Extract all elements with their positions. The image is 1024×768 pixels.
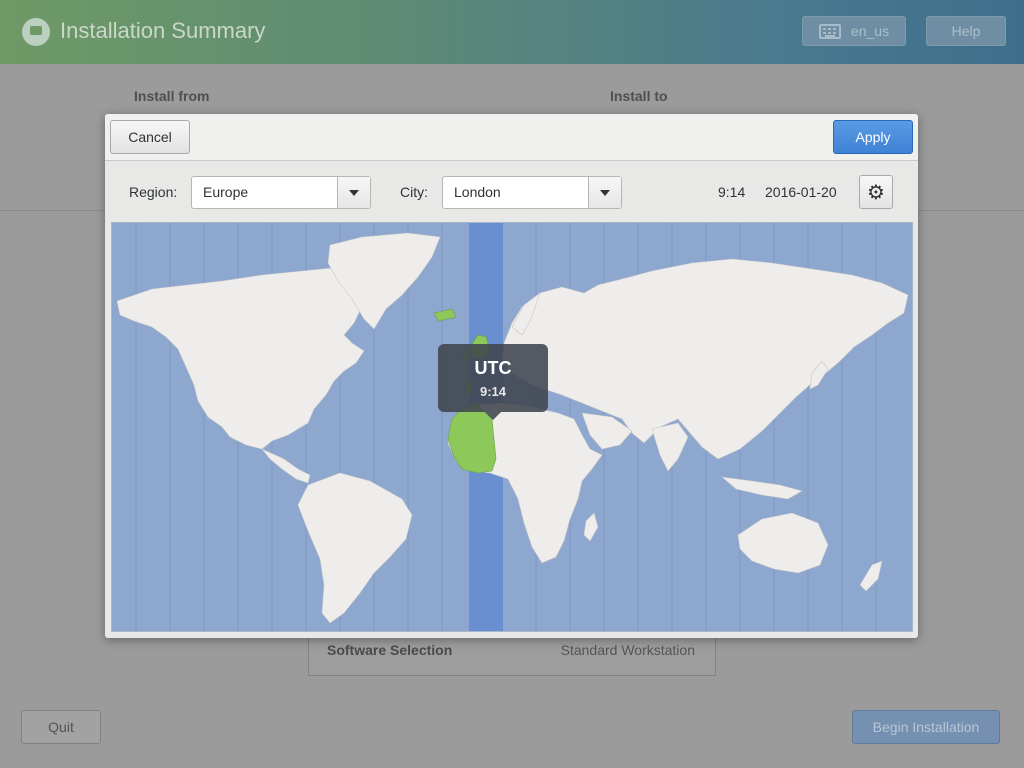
- world-map: [116, 223, 909, 631]
- region-combo[interactable]: Europe: [191, 176, 371, 209]
- software-selection-spoke[interactable]: Software Selection Standard Workstation: [308, 632, 716, 676]
- city-label: City:: [400, 184, 428, 200]
- install-from-heading: Install from: [134, 88, 210, 104]
- tooltip-time: 9:14: [479, 384, 507, 399]
- install-to-heading: Install to: [610, 88, 668, 104]
- installer-logo-icon: [22, 18, 50, 46]
- chevron-down-icon[interactable]: [337, 177, 370, 208]
- apply-button[interactable]: Apply: [833, 120, 913, 154]
- keyboard-layout-button[interactable]: en_us: [802, 16, 906, 46]
- city-combo[interactable]: London: [442, 176, 622, 209]
- continents: [116, 232, 909, 624]
- page-title: Installation Summary: [60, 18, 266, 43]
- keyboard-icon: [818, 23, 841, 39]
- region-label: Region:: [129, 184, 178, 200]
- app-header: Installation Summary en_us Help: [0, 0, 1024, 64]
- current-time: 9:14: [718, 184, 746, 200]
- current-date: 2016-01-20: [765, 184, 837, 200]
- gear-icon: ⚙: [867, 181, 885, 204]
- dialog-header: Cancel Apply: [105, 114, 918, 161]
- date-time-dialog: Cancel Apply Region: Europe City: London…: [105, 114, 918, 638]
- timezone-map[interactable]: UTC 9:14: [111, 222, 913, 632]
- settings-button[interactable]: ⚙: [859, 175, 893, 209]
- quit-button[interactable]: Quit: [21, 710, 101, 744]
- help-button[interactable]: Help: [926, 16, 1006, 46]
- tooltip-zone-name: UTC: [474, 358, 512, 378]
- timezone-tooltip: UTC 9:14: [438, 344, 548, 420]
- software-selection-label: Software Selection: [327, 642, 453, 658]
- chevron-down-icon[interactable]: [588, 177, 621, 208]
- begin-installation-button[interactable]: Begin Installation: [852, 710, 1000, 744]
- keyboard-layout-label: en_us: [850, 23, 890, 39]
- cancel-button[interactable]: Cancel: [110, 120, 190, 154]
- software-selection-status: Standard Workstation: [560, 642, 695, 658]
- region-value: Europe: [203, 184, 249, 200]
- city-value: London: [454, 184, 501, 200]
